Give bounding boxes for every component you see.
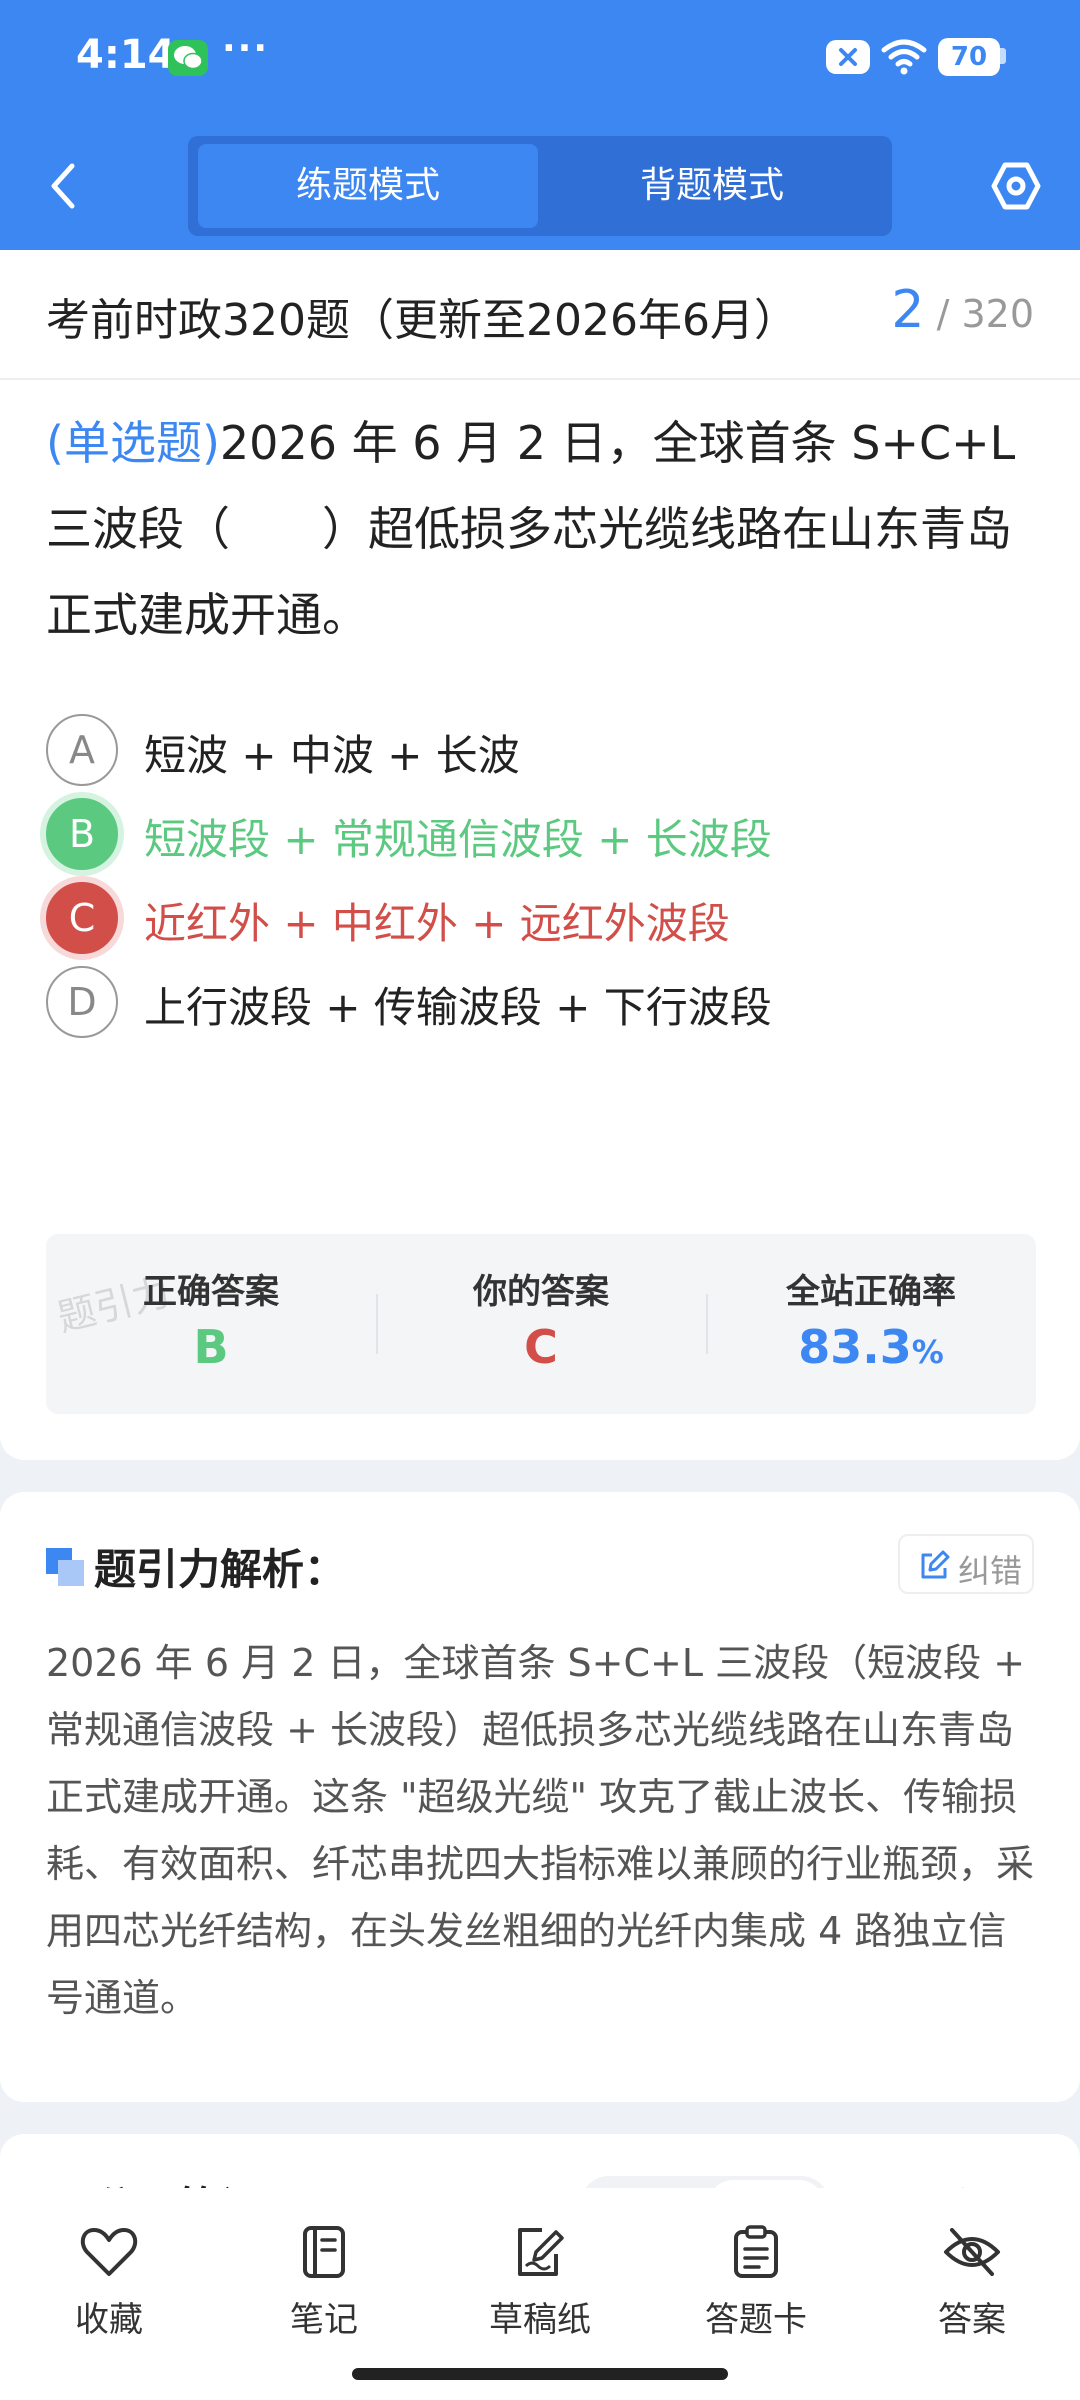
back-button[interactable] bbox=[40, 158, 88, 214]
mode-switch: 练题模式 背题模式 bbox=[188, 136, 892, 236]
tab-recite-mode[interactable]: 背题模式 bbox=[542, 144, 882, 228]
question-title-bar: 考前时政320题（更新至2026年6月） 2 / 320 bbox=[0, 250, 1080, 380]
current-question-number: 2 bbox=[891, 280, 925, 340]
question-stem: (单选题)2026 年 6 月 2 日，全球首条 S+C+L 三波段（ ）超低损… bbox=[46, 400, 1036, 658]
favorite-button[interactable]: 收藏 bbox=[29, 2224, 189, 2364]
favorite-label: 收藏 bbox=[75, 2300, 143, 2340]
question-set-title: 考前时政320题（更新至2026年6月） bbox=[46, 295, 798, 346]
status-time: 4:14 bbox=[76, 32, 176, 78]
more-notifications-icon: ··· bbox=[222, 28, 270, 69]
notification-x-icon bbox=[826, 40, 870, 74]
your-answer-value: C bbox=[524, 1320, 558, 1374]
notes-label: 笔记 bbox=[290, 2300, 358, 2340]
battery-tip bbox=[1000, 48, 1006, 64]
option-c[interactable]: C 近红外 + 中红外 + 远红外波段 bbox=[46, 882, 1036, 958]
question-card: 考前时政320题（更新至2026年6月） 2 / 320 (单选题)2026 年… bbox=[0, 250, 1080, 1460]
settings-button[interactable] bbox=[990, 160, 1042, 212]
accuracy-rate-number: 83.3 bbox=[798, 1320, 912, 1374]
hexagon-settings-icon bbox=[991, 162, 1041, 210]
notes-button[interactable]: 笔记 bbox=[244, 2224, 404, 2364]
tab-practice-mode[interactable]: 练题模式 bbox=[198, 144, 538, 228]
option-letter: C bbox=[46, 882, 118, 954]
option-text: 短波段 + 常规通信波段 + 长波段 bbox=[144, 815, 772, 864]
analysis-title: 题引力解析： bbox=[94, 1545, 347, 1594]
correct-answer-value: B bbox=[193, 1320, 229, 1374]
analysis-card: 题引力解析： 纠错 2026 年 6 月 2 日，全球首条 S+C+L 三波段（… bbox=[0, 1492, 1080, 2102]
edit-icon bbox=[921, 1550, 950, 1579]
report-error-label: 纠错 bbox=[958, 1552, 1023, 1590]
accuracy-rate-unit: % bbox=[911, 1333, 944, 1371]
heart-icon bbox=[80, 2228, 138, 2276]
correct-answer-stat: 正确答案 B bbox=[46, 1234, 376, 1414]
home-indicator[interactable] bbox=[352, 2368, 728, 2380]
show-answer-label: 答案 bbox=[938, 2300, 1006, 2340]
your-answer-label: 你的答案 bbox=[473, 1272, 609, 1312]
your-answer-stat: 你的答案 C bbox=[376, 1234, 706, 1414]
option-letter: D bbox=[46, 966, 118, 1038]
accuracy-rate-value: 83.3% bbox=[706, 1320, 1036, 1374]
report-error-button[interactable]: 纠错 bbox=[898, 1534, 1034, 1594]
draft-paper-label: 草稿纸 bbox=[489, 2300, 591, 2340]
option-text: 上行波段 + 传输波段 + 下行波段 bbox=[144, 983, 772, 1032]
question-type-label: (单选题) bbox=[46, 416, 220, 470]
draft-paper-icon bbox=[518, 2228, 564, 2276]
status-bar: 4:14 ··· 70 bbox=[0, 0, 1080, 110]
analysis-section-icon bbox=[46, 1548, 84, 1586]
notebook-icon bbox=[303, 2226, 345, 2278]
answer-sheet-button[interactable]: 答题卡 bbox=[676, 2224, 836, 2364]
draft-paper-button[interactable]: 草稿纸 bbox=[460, 2224, 620, 2364]
show-answer-button[interactable]: 答案 bbox=[892, 2224, 1052, 2364]
app-header: 4:14 ··· 70 练题模式 背题模式 bbox=[0, 0, 1080, 250]
option-d[interactable]: D 上行波段 + 传输波段 + 下行波段 bbox=[46, 966, 1036, 1042]
option-a[interactable]: A 短波 + 中波 + 长波 bbox=[46, 714, 1036, 790]
wechat-notification-icon bbox=[168, 40, 208, 76]
option-b[interactable]: B 短波段 + 常规通信波段 + 长波段 bbox=[46, 798, 1036, 874]
battery-icon: 70 bbox=[938, 38, 1000, 76]
total-questions: / 320 bbox=[936, 292, 1034, 336]
eye-off-icon bbox=[944, 2228, 1000, 2276]
answer-stats-panel: 题引力 正确答案 B 你的答案 C 全站正确率 83.3% bbox=[46, 1234, 1036, 1414]
chevron-left-icon bbox=[51, 163, 75, 209]
accuracy-rate-label: 全站正确率 bbox=[786, 1272, 956, 1312]
wifi-icon bbox=[880, 36, 928, 80]
option-letter: B bbox=[46, 798, 118, 870]
option-text: 近红外 + 中红外 + 远红外波段 bbox=[144, 899, 730, 948]
accuracy-rate-stat: 全站正确率 83.3% bbox=[706, 1234, 1036, 1414]
answer-sheet-icon bbox=[734, 2225, 778, 2278]
option-text: 短波 + 中波 + 长波 bbox=[144, 731, 520, 780]
correct-answer-label: 正确答案 bbox=[143, 1272, 279, 1312]
option-letter: A bbox=[46, 714, 118, 786]
answer-sheet-label: 答题卡 bbox=[705, 2300, 807, 2340]
analysis-text: 2026 年 6 月 2 日，全球首条 S+C+L 三波段（短波段 + 常规通信… bbox=[46, 1641, 1035, 2020]
question-progress: 2 / 320 bbox=[891, 280, 1034, 340]
